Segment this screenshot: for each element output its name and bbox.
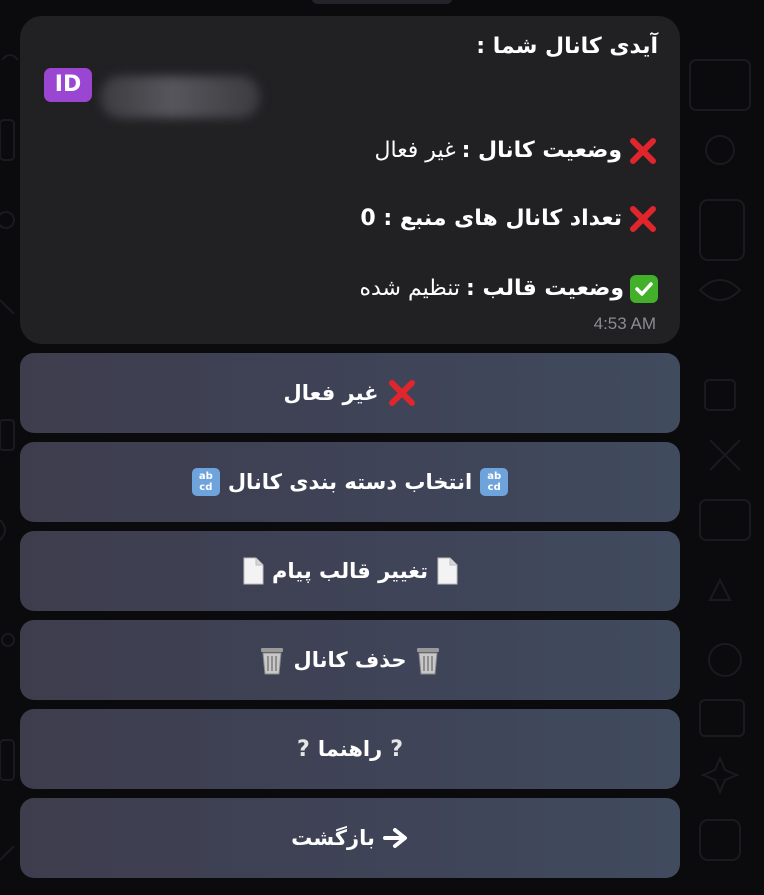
blurred-channel-id xyxy=(100,76,260,118)
channel-id-title-text: آیدی کانال شما : xyxy=(476,34,658,59)
delete-channel-button[interactable]: حذف کانال xyxy=(20,620,680,700)
check-mark-icon xyxy=(630,275,658,303)
page-icon xyxy=(436,557,458,585)
abcd-icon: ab cd xyxy=(480,468,509,496)
template-status-value: تنظیم شده xyxy=(359,276,461,301)
top-pill xyxy=(312,0,452,4)
deactivate-button[interactable]: غیر فعال xyxy=(20,353,680,433)
id-badge-icon: ID xyxy=(44,68,92,102)
select-category-button-label: انتخاب دسته بندی کانال xyxy=(227,470,473,494)
message-time: 4:53 AM xyxy=(593,314,656,333)
cross-mark-icon xyxy=(628,204,658,234)
message-bubble: آیدی کانال شما : ID وضعیت کانال : غیر فع… xyxy=(20,16,680,344)
question-icon: ? xyxy=(297,736,310,762)
trash-icon xyxy=(415,645,441,675)
help-button[interactable]: ? راهنما ? xyxy=(20,709,680,789)
select-category-button[interactable]: ab cd انتخاب دسته بندی کانال ab cd xyxy=(20,442,680,522)
trash-icon xyxy=(259,645,285,675)
channel-status-value: غیر فعال xyxy=(374,138,456,163)
template-status-label: وضعیت قالب : xyxy=(466,276,624,301)
question-icon: ? xyxy=(390,736,403,762)
abcd-icon: ab cd xyxy=(191,468,220,496)
back-button-label: بازگشت xyxy=(291,826,375,850)
cross-mark-icon xyxy=(387,378,417,408)
back-button[interactable]: بازگشت xyxy=(20,798,680,878)
channel-status-label: وضعیت کانال : xyxy=(461,138,622,163)
template-status-line: وضعیت قالب : تنظیم شده xyxy=(359,274,658,304)
channel-id-title: آیدی کانال شما : xyxy=(476,32,658,62)
change-template-button[interactable]: تغییر قالب پیام xyxy=(20,531,680,611)
delete-channel-button-label: حذف کانال xyxy=(293,648,407,672)
source-count-line: تعداد کانال های منبع : 0 xyxy=(360,204,658,234)
change-template-button-label: تغییر قالب پیام xyxy=(271,559,429,583)
source-count-label: تعداد کانال های منبع : 0 xyxy=(360,206,622,231)
page-icon xyxy=(242,557,264,585)
channel-status-line: وضعیت کانال : غیر فعال xyxy=(375,136,659,166)
help-button-label: راهنما xyxy=(317,737,383,761)
cross-mark-icon xyxy=(628,136,658,166)
arrow-right-icon xyxy=(382,827,409,849)
deactivate-button-label: غیر فعال xyxy=(283,381,379,405)
